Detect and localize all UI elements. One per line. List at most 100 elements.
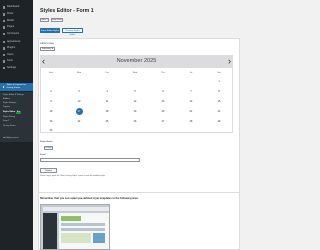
calendar-month-title: November 2025 <box>116 58 157 64</box>
submenu-item-label: Styles Editor & Settings <box>3 94 24 96</box>
submenu-item[interactable]: Addons <box>3 98 10 100</box>
calendar-day[interactable]: 22 <box>215 110 223 113</box>
weekday-label: Sun <box>49 71 53 74</box>
calendar-day[interactable]: 28 <box>187 120 195 123</box>
radio-label: Radio Button <box>40 141 53 143</box>
form-select-button[interactable]: Form Form <box>51 18 63 22</box>
datepicker-label: DATEPICKER <box>40 43 54 45</box>
sidebar-item-dashboard[interactable]: Dashboard <box>0 5 33 11</box>
sidebar-item-plugins[interactable]: Plugins <box>0 46 33 52</box>
calendar-day[interactable]: 9 <box>47 100 55 103</box>
sidebar-item-label: Dashboard <box>7 5 20 8</box>
sidebar-item-pages[interactable]: Pages <box>0 25 33 31</box>
calendar-header: ‹ November 2025 › <box>40 55 233 68</box>
calendar-day-selected[interactable]: 17 <box>75 108 83 115</box>
calendar-day[interactable]: 27 <box>159 120 167 123</box>
calendar-day[interactable]: 1 <box>215 80 223 83</box>
sidebar-item-label: Plugins <box>7 46 16 49</box>
submenu-item-label: Addons <box>3 98 10 100</box>
submenu-item[interactable]: Gravity Forms <box>3 125 16 127</box>
calendar-day[interactable]: 6 <box>159 90 167 93</box>
date-select[interactable]: February 1 ▾ <box>40 47 55 51</box>
calendar-day[interactable]: 10 <box>75 100 83 103</box>
calendar-day[interactable]: 25 <box>103 120 111 123</box>
sidebar-item-media[interactable]: Media <box>0 18 33 24</box>
hint-text: Please copy & paste the "Select Gravity … <box>40 174 106 177</box>
preview-styles-button[interactable]: Preview Styles Editor <box>62 28 83 36</box>
sidebar-item-label: Users <box>7 52 14 56</box>
styles-icon <box>2 85 5 88</box>
calendar-day[interactable]: 15 <box>215 100 223 103</box>
calendar-day[interactable]: 26 <box>131 120 139 123</box>
form-editor-styles-button[interactable]: Form Editor Styles <box>40 28 60 33</box>
calendar-day[interactable]: 30 <box>47 129 55 132</box>
sidebar-item-label: Appearance <box>7 39 21 43</box>
sidebar-item-posts[interactable]: Posts <box>0 12 33 18</box>
plugin-icon <box>2 47 5 50</box>
sidebar-item-settings[interactable]: Settings <box>0 65 33 71</box>
calendar-day[interactable]: 19 <box>131 110 139 113</box>
submenu-item[interactable]: Styles Settings <box>3 102 16 104</box>
email-field[interactable] <box>40 158 140 162</box>
calendar-day[interactable]: 21 <box>187 110 195 113</box>
calendar-day[interactable]: 7 <box>187 90 195 93</box>
calendar-day[interactable]: 29 <box>215 120 223 123</box>
calendar-day[interactable]: 11 <box>103 100 111 103</box>
submenu-item-label: Styles Pricing <box>3 116 16 118</box>
calendar-day[interactable]: 14 <box>187 100 195 103</box>
submenu-item[interactable]: Styles Pricing <box>3 116 15 118</box>
sidebar-item-tools[interactable]: Tools <box>0 59 33 65</box>
weekday-label: Thu <box>161 71 165 74</box>
submenu-item[interactable]: Form 2 <box>3 120 9 122</box>
submenu-item-label: Styles Settings <box>3 102 17 104</box>
calendar-day[interactable]: 18 <box>103 110 111 113</box>
page-title: Styles Editor - Form 1 <box>40 8 94 14</box>
calendar-day[interactable]: 2 <box>47 90 55 93</box>
calendar-day[interactable]: 12 <box>131 100 139 103</box>
date-select-value: February 1 <box>42 48 53 50</box>
calendar-day[interactable]: 5 <box>131 90 139 93</box>
submit-button[interactable]: Submit <box>40 168 57 173</box>
sidebar-item-users[interactable]: Users <box>0 52 33 58</box>
calendar-day[interactable]: 8 <box>215 90 223 93</box>
weekday-label: Sat <box>217 71 221 74</box>
collapse-menu-label: ◀ Collapse menu <box>3 137 19 139</box>
submenu-item[interactable]: Styles Editor New <box>3 111 21 114</box>
next-month-icon[interactable]: › <box>228 56 231 66</box>
sidebar-item-comments[interactable]: Comments <box>0 31 33 37</box>
sidebar-item-label: Styles & Layouts for Gravity Forms <box>6 84 26 89</box>
calendar-day[interactable]: 24 <box>75 120 83 123</box>
submenu-item-label: Styles Editor <box>3 111 16 113</box>
calendar-day[interactable]: 3 <box>75 90 83 93</box>
submenu-item-label: Form 2 <box>3 120 10 122</box>
sidebar-item-appearance[interactable]: Appearance <box>0 39 33 45</box>
sidebar-item-label: Tools <box>7 59 13 62</box>
calendar-day[interactable]: 13 <box>159 100 167 103</box>
sidebar-item-label: Settings <box>7 65 17 69</box>
radio-enable-button[interactable]: Enable <box>44 146 53 150</box>
form-tab-button[interactable]: Form 1 <box>40 18 49 22</box>
settings-icon <box>2 66 5 69</box>
calendar-day[interactable]: 20 <box>159 110 167 113</box>
brush-icon <box>2 40 5 43</box>
submenu-item-label: Gravity Forms <box>3 124 16 127</box>
new-badge: New <box>16 112 21 114</box>
calendar-day[interactable]: 16 <box>47 110 55 113</box>
submenu-item[interactable]: Styles Editor & Settings <box>3 94 24 96</box>
weekday-label: Fri <box>189 71 193 74</box>
calendar-grid: Sun Mon Tue Wed Thu Fri Sat 1 2 3 4 5 6 7 8 9 10 11 12 13 14… <box>40 68 233 133</box>
sidebar-item-label: Media <box>7 18 14 22</box>
calendar-day[interactable]: 4 <box>103 90 111 93</box>
comment-icon <box>2 32 5 35</box>
calendar-day[interactable]: 23 <box>47 120 55 123</box>
weekday-label: Tue <box>105 71 109 74</box>
media-icon <box>2 19 5 22</box>
dashboard-icon <box>2 6 5 9</box>
text-field-label: Email <box>40 154 46 156</box>
collapse-menu-button[interactable]: ◀ Collapse menu <box>3 137 18 139</box>
users-icon <box>2 53 5 56</box>
sidebar-item-styles-layouts[interactable]: Styles & Layouts for Gravity Forms <box>0 83 33 91</box>
submenu-item[interactable]: Support <box>3 106 10 108</box>
weekday-label: Wed <box>132 71 138 74</box>
weekday-label: Mon <box>76 71 82 74</box>
